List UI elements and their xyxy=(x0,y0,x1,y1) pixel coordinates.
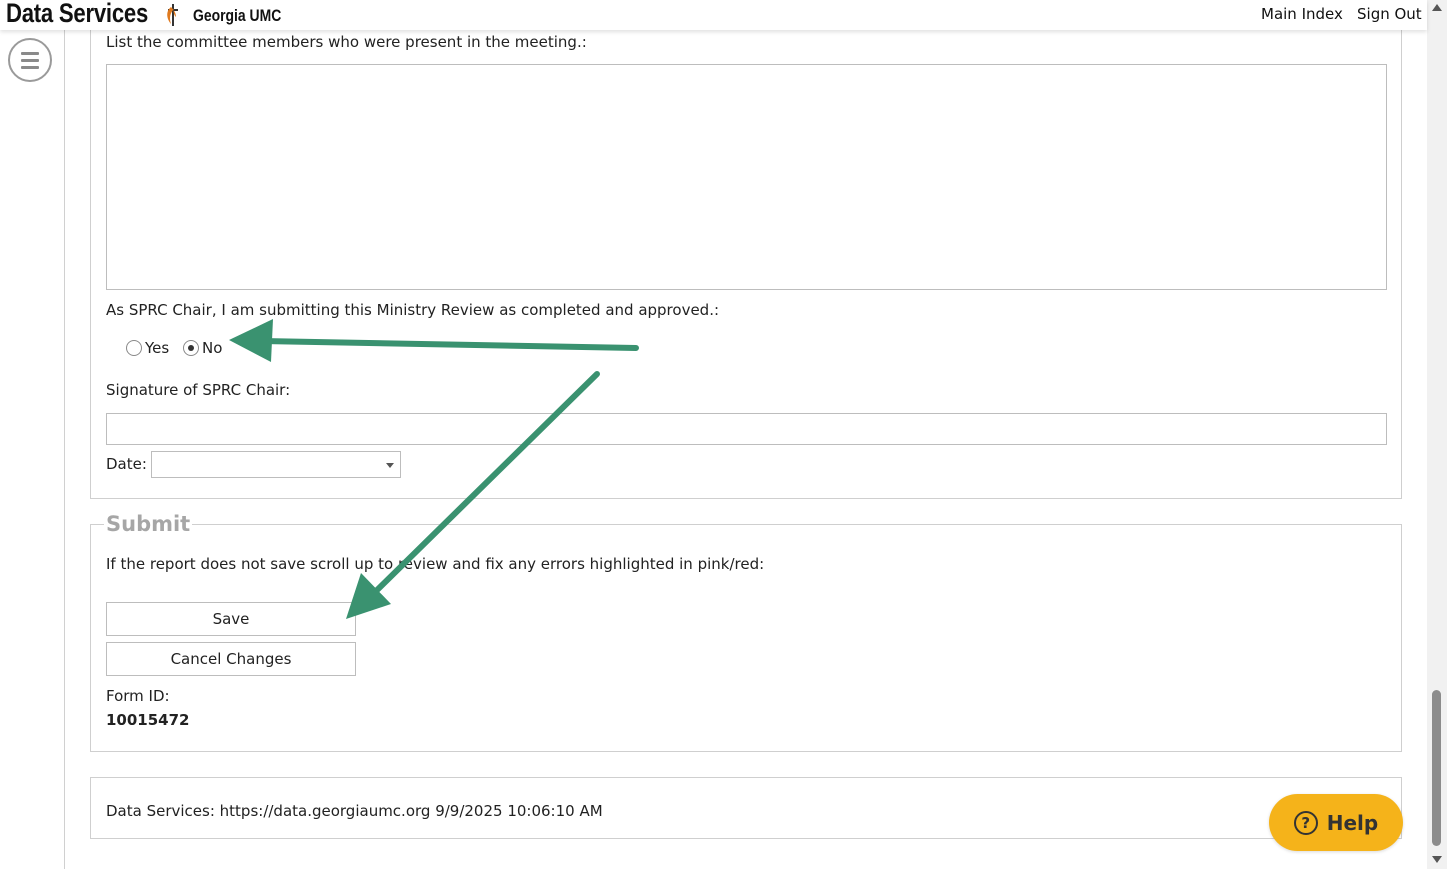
date-picker-field[interactable] xyxy=(151,451,401,478)
page-scrollbar[interactable] xyxy=(1427,0,1447,869)
cancel-changes-button[interactable]: Cancel Changes xyxy=(106,642,356,676)
submit-instructions: If the report does not save scroll up to… xyxy=(106,555,765,573)
footer-text: Data Services: https://data.georgiaumc.o… xyxy=(106,802,603,820)
signature-label: Signature of SPRC Chair: xyxy=(106,381,291,399)
org-name: Georgia UMC xyxy=(193,6,282,25)
radio-yes-circle[interactable] xyxy=(126,340,142,356)
date-label: Date: xyxy=(106,455,147,473)
scroll-up-arrow-icon[interactable] xyxy=(1432,4,1442,11)
chevron-down-icon[interactable] xyxy=(386,463,394,468)
question-circle-icon: ? xyxy=(1293,810,1318,835)
help-button[interactable]: ? Help xyxy=(1269,794,1403,851)
help-label: Help xyxy=(1326,810,1379,835)
committee-members-label: List the committee members who were pres… xyxy=(106,33,587,51)
scrollbar-thumb[interactable] xyxy=(1432,690,1441,846)
main-index-link[interactable]: Main Index xyxy=(1261,5,1343,23)
signature-input[interactable] xyxy=(106,413,1387,445)
app-title[interactable]: Data Services xyxy=(6,0,148,29)
radio-yes-label: Yes xyxy=(145,339,170,357)
menu-toggle-button[interactable] xyxy=(8,38,52,82)
hamburger-icon xyxy=(21,50,39,71)
form-id-label: Form ID: xyxy=(106,687,170,705)
save-button[interactable]: Save xyxy=(106,602,356,636)
radio-no-label: No xyxy=(202,339,223,357)
radio-no-circle[interactable] xyxy=(183,340,199,356)
top-bar: Data Services Georgia UMC Main Index Sig… xyxy=(0,0,1427,30)
approval-question-label: As SPRC Chair, I am submitting this Mini… xyxy=(106,301,720,319)
submit-section-legend: Submit xyxy=(104,512,193,536)
committee-members-textarea[interactable] xyxy=(106,64,1387,290)
left-rail-divider xyxy=(64,30,65,869)
umc-cross-flame-icon xyxy=(167,4,178,26)
scroll-down-arrow-icon[interactable] xyxy=(1432,856,1442,863)
approval-radio-yes[interactable]: Yes xyxy=(126,339,169,357)
sign-out-link[interactable]: Sign Out xyxy=(1357,5,1422,23)
form-id-value: 10015472 xyxy=(106,711,190,729)
approval-radio-no[interactable]: No xyxy=(183,339,222,357)
